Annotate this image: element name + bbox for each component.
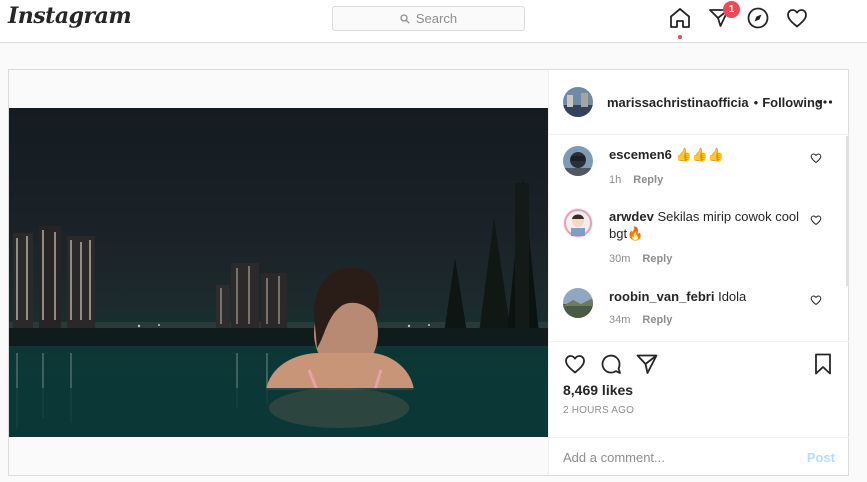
owner-avatar[interactable] (563, 87, 593, 117)
nav-icons: 1 (668, 1, 809, 39)
comment-meta: 34m Reply (609, 314, 672, 326)
post-comment-button[interactable]: Post (807, 450, 835, 465)
comment-time[interactable]: 34m (609, 314, 630, 326)
comment-time[interactable]: 30m (609, 253, 630, 265)
comment-meta: 1h Reply (609, 174, 663, 186)
direct-button[interactable]: 1 (707, 1, 740, 30)
comment-input[interactable] (563, 449, 807, 465)
activity-button[interactable] (785, 6, 809, 30)
comment-text: Idola (718, 289, 747, 304)
direct-badge: 1 (723, 1, 740, 18)
reply-button[interactable]: Reply (642, 314, 672, 326)
home-icon (670, 8, 690, 28)
add-comment-section: Post (549, 437, 849, 476)
separator-dot: • (753, 94, 759, 110)
reply-button[interactable]: Reply (633, 174, 663, 186)
bookmark-icon[interactable] (811, 352, 835, 376)
comment-username[interactable]: roobin_van_febri (609, 289, 714, 304)
more-options-icon[interactable] (817, 94, 833, 110)
post-header: marissachristinaofficia • Following (549, 70, 849, 135)
like-comment-heart-icon[interactable] (810, 214, 822, 226)
following-button[interactable]: Following (762, 95, 823, 110)
explore-button[interactable] (746, 6, 770, 30)
post-sidebar: marissachristinaofficia • Following esce… (548, 70, 849, 475)
post-timestamp[interactable]: 2 HOURS AGO (563, 405, 634, 416)
comment-time[interactable]: 1h (609, 174, 621, 186)
comment-username[interactable]: arwdev (609, 209, 654, 224)
search-icon (400, 13, 410, 24)
comments-list[interactable]: escemen6 👍👍👍 1h Reply arwdev Sekilas mir… (549, 136, 849, 341)
post-photo[interactable] (9, 108, 548, 437)
like-comment-heart-icon[interactable] (810, 152, 822, 164)
active-indicator (678, 35, 682, 39)
post-card: marissachristinaofficia • Following esce… (8, 69, 849, 476)
top-nav: Instagram Search 1 (0, 0, 867, 43)
like-heart-icon[interactable] (563, 352, 587, 376)
commenter-avatar[interactable] (563, 146, 593, 176)
post-actions: 8,469 likes 2 HOURS AGO Post (549, 341, 849, 475)
instagram-logo[interactable]: Instagram (8, 3, 132, 29)
commenter-avatar[interactable] (563, 288, 593, 318)
action-buttons (563, 352, 659, 376)
owner-username[interactable]: marissachristinaofficia (607, 95, 749, 110)
comment-text: 👍👍👍 (675, 147, 725, 162)
reply-button[interactable]: Reply (642, 253, 672, 265)
heart-icon (787, 9, 807, 28)
commenter-avatar[interactable] (563, 208, 593, 238)
post-media (9, 70, 548, 475)
search-bar[interactable]: Search (332, 6, 525, 31)
comment-username[interactable]: escemen6 (609, 147, 672, 162)
home-button[interactable] (668, 6, 692, 39)
photo-scene (9, 178, 548, 437)
likes-count[interactable]: 8,469 likes (563, 382, 633, 398)
explore-icon (747, 7, 769, 29)
comment-bubble-icon[interactable] (599, 352, 623, 376)
comment-meta: 30m Reply (609, 253, 672, 265)
search-placeholder: Search (415, 11, 458, 26)
like-comment-heart-icon[interactable] (810, 294, 822, 306)
share-icon[interactable] (635, 352, 659, 376)
